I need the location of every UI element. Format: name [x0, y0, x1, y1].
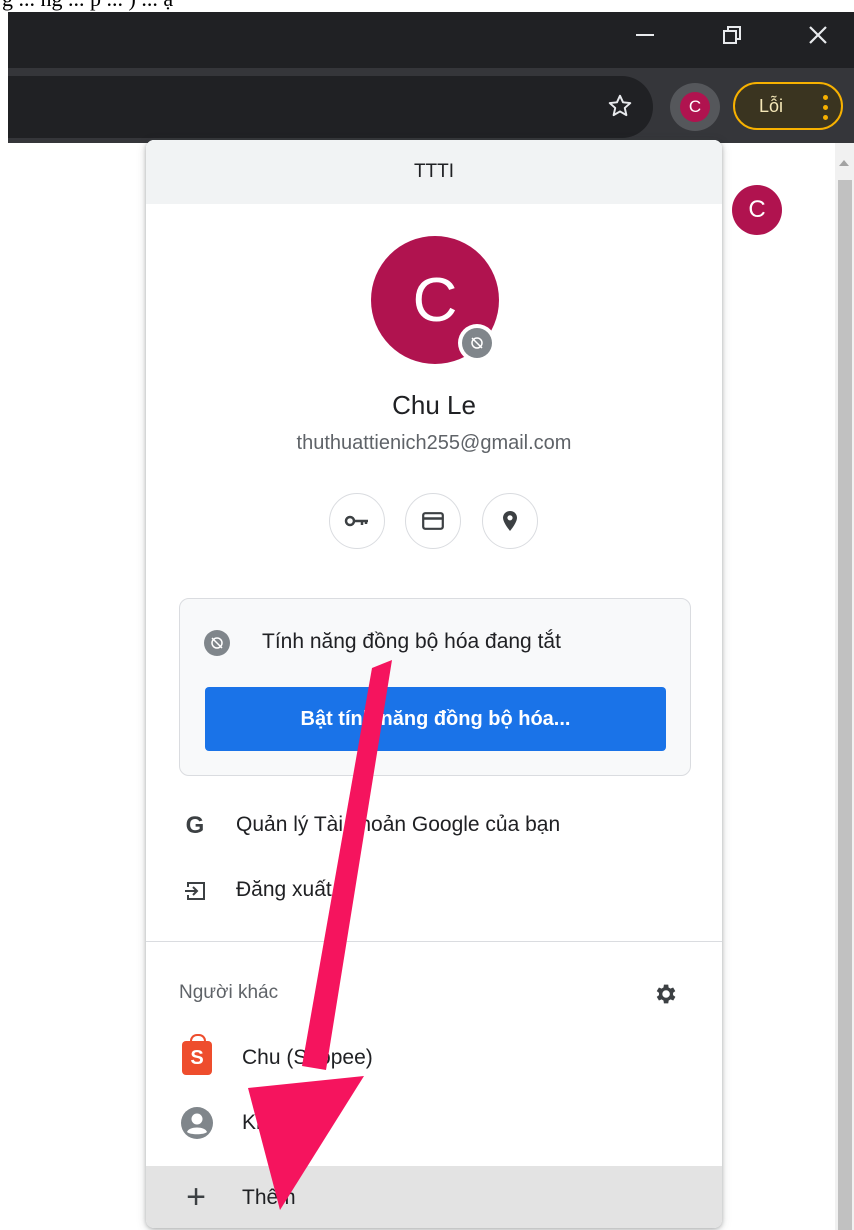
google-g-icon: G	[185, 812, 205, 839]
sync-status-text: Tính năng đồng bộ hóa đang tắt	[262, 630, 561, 653]
manage-account-label: Quản lý Tài khoản Google của bạn	[236, 813, 561, 836]
sync-disabled-icon	[204, 630, 230, 656]
scrollbar-thumb[interactable]	[838, 180, 852, 1230]
caption-text: g ... ng ... p ... ) ... ạ	[2, 0, 173, 12]
location-pin-icon	[503, 511, 517, 531]
page-avatar[interactable]: C	[732, 185, 782, 235]
close-icon	[809, 26, 827, 44]
turn-on-sync-button[interactable]: Bật tính năng đồng bộ hóa...	[205, 687, 666, 751]
passwords-button[interactable]	[329, 493, 385, 549]
page-caption-strip: g ... ng ... p ... ) ... ạ	[0, 0, 854, 12]
window-titlebar	[8, 12, 854, 68]
person-icon	[177, 1103, 217, 1143]
manage-google-account-item[interactable]: G Quản lý Tài khoản Google của bạn	[146, 798, 722, 854]
error-label: Lỗi	[759, 96, 784, 116]
add-profile-label: Thêm	[242, 1186, 296, 1209]
restore-icon	[723, 26, 741, 44]
profile-menu-panel: TTTI C Chu Le thuthuattienich255@gmail.c…	[146, 140, 722, 1228]
panel-header: TTTI	[146, 140, 722, 204]
manage-people-button[interactable]	[646, 975, 684, 1013]
add-profile-item[interactable]: + Thêm	[146, 1166, 722, 1228]
browser-toolbar: C Lỗi	[8, 68, 854, 143]
star-icon	[608, 94, 632, 117]
sign-out-item[interactable]: Đăng xuất	[146, 863, 722, 919]
sign-out-label: Đăng xuất	[236, 878, 332, 901]
sync-paused-badge	[458, 324, 496, 362]
address-bar[interactable]	[8, 76, 653, 138]
section-divider	[146, 941, 722, 942]
profile-name-shopee: Chu (Shopee)	[242, 1046, 373, 1069]
sync-off-icon	[462, 328, 492, 358]
restore-button[interactable]	[707, 12, 757, 58]
profile-row-shopee[interactable]: S Chu (Shopee)	[146, 1030, 722, 1086]
profile-name-guest: Khách	[242, 1111, 302, 1134]
minimize-button[interactable]	[620, 12, 670, 58]
error-menu-button[interactable]: Lỗi	[733, 82, 843, 130]
payment-methods-button[interactable]	[405, 493, 461, 549]
shopee-icon: S	[177, 1034, 217, 1078]
close-button[interactable]	[793, 12, 843, 58]
bookmark-star-button[interactable]	[600, 86, 640, 126]
sign-out-icon	[180, 876, 210, 906]
gear-icon	[656, 984, 676, 1004]
plus-icon: +	[186, 1178, 206, 1216]
toolbar-avatar: C	[680, 92, 710, 122]
profile-email: thuthuattienich255@gmail.com	[296, 432, 572, 454]
key-icon	[344, 515, 368, 527]
profile-row-guest[interactable]: Khách	[146, 1095, 722, 1151]
credit-card-icon	[422, 512, 444, 530]
other-people-label: Người khác	[179, 982, 279, 1003]
more-vert-icon	[822, 92, 828, 122]
profile-name: Chu Le	[392, 390, 476, 420]
addresses-button[interactable]	[482, 493, 538, 549]
sync-card: Tính năng đồng bộ hóa đang tắt Bật tính …	[179, 598, 691, 776]
minimize-icon	[636, 34, 654, 36]
profile-avatar-button[interactable]: C	[670, 83, 720, 131]
scroll-up-arrow-icon[interactable]	[839, 160, 849, 166]
